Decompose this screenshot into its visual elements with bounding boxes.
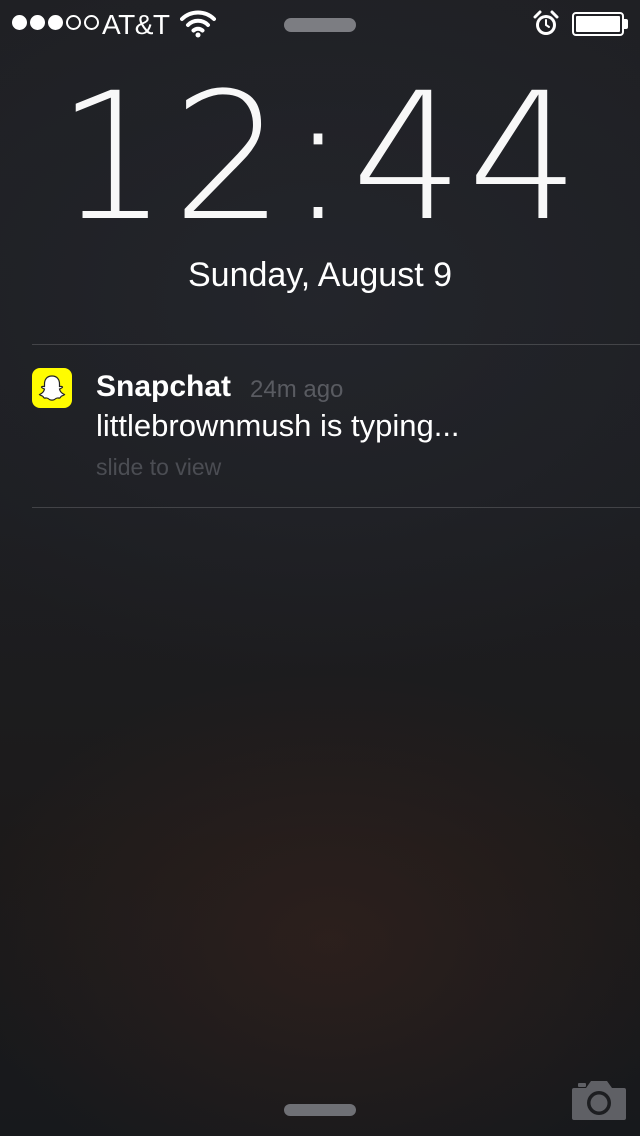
status-bar: AT&T <box>0 0 640 48</box>
signal-dot <box>84 15 99 30</box>
signal-dot <box>12 15 27 30</box>
camera-icon[interactable] <box>570 1078 628 1127</box>
signal-dot <box>48 15 63 30</box>
battery-icon <box>572 12 624 36</box>
alarm-clock-icon <box>532 10 560 43</box>
battery-tip <box>624 19 628 29</box>
notification-divider-top <box>32 344 640 345</box>
lock-screen-time: 12:44 <box>56 55 584 260</box>
notification-message: littlebrownmush is typing... <box>96 408 460 443</box>
snapchat-ghost-icon <box>32 368 72 408</box>
carrier-name: AT&T <box>102 9 170 40</box>
lock-screen: AT&T 12:44 Sunday, August 9 Snapchat 24m… <box>0 0 640 1136</box>
battery-level-fill <box>576 16 620 32</box>
notification-action-hint[interactable]: slide to view <box>96 454 221 481</box>
signal-dot <box>66 15 81 30</box>
notification-timestamp: 24m ago <box>250 376 344 403</box>
control-center-grabber[interactable] <box>284 1104 356 1116</box>
notification-app-name: Snapchat <box>96 370 232 403</box>
signal-strength-indicator <box>12 15 99 30</box>
signal-dot <box>30 15 45 30</box>
wifi-icon <box>180 10 216 43</box>
lock-screen-date: Sunday, August 9 <box>187 256 452 294</box>
notification-center-grabber[interactable] <box>284 18 356 32</box>
notification-divider-bottom <box>32 507 640 508</box>
